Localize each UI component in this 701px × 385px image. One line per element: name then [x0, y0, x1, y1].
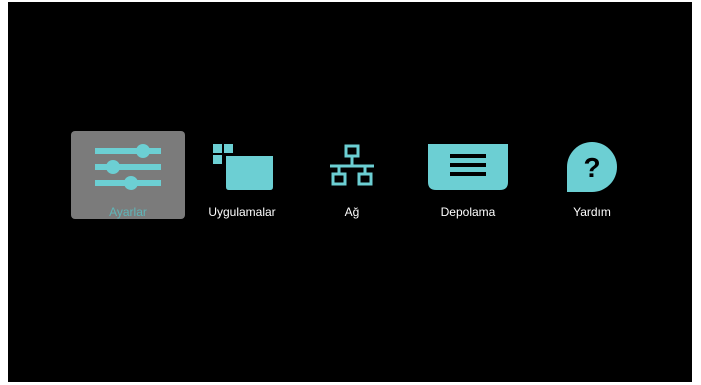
menu-item-ayarlar[interactable]: Ayarlar: [71, 131, 185, 219]
home-screen: Ayarlar Uygulamalar Ağ Depolama ? Yardım: [8, 2, 692, 382]
storage-icon: [411, 141, 525, 193]
menu-item-label: Yardım: [573, 205, 611, 219]
apps-icon: [185, 141, 299, 193]
menu-item-label: Uygulamalar: [208, 205, 276, 219]
menu-item-label: Ağ: [344, 205, 360, 219]
sliders-icon: [71, 141, 185, 193]
help-icon: ?: [535, 141, 649, 193]
menu-item-depolama[interactable]: Depolama: [411, 131, 525, 219]
network-icon: [295, 141, 409, 193]
svg-text:?: ?: [583, 152, 600, 183]
menu-item-ag[interactable]: Ağ: [295, 131, 409, 219]
menu-item-label: Ayarlar: [109, 205, 147, 219]
menu-item-label: Depolama: [440, 205, 496, 219]
menu-item-yardim[interactable]: ? Yardım: [535, 131, 649, 219]
menu-item-uygulamalar[interactable]: Uygulamalar: [185, 131, 299, 219]
